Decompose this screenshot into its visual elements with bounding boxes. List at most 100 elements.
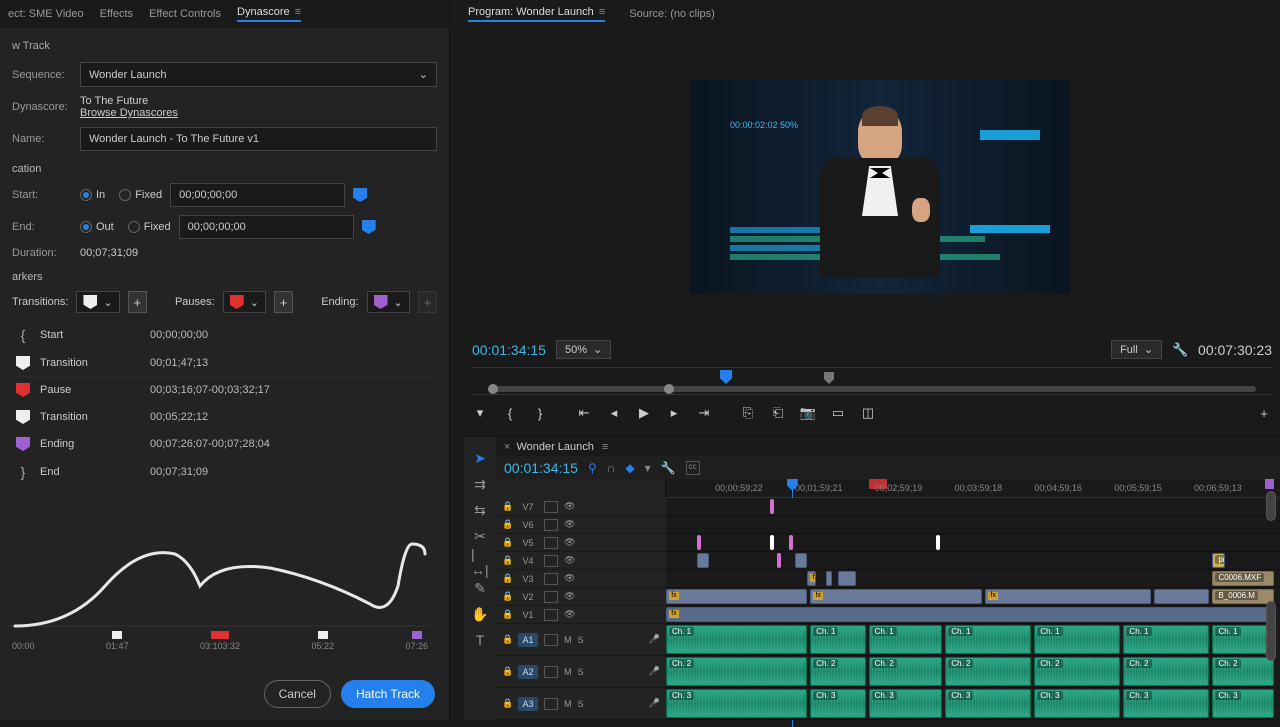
video-clip[interactable]: C0006.MXF: [1212, 571, 1273, 586]
program-ruler[interactable]: [472, 367, 1272, 395]
export-frame-icon[interactable]: 📷: [800, 405, 816, 421]
audio-clip[interactable]: Ch. 2: [1123, 657, 1209, 686]
timeline-marker[interactable]: [1265, 479, 1274, 489]
marker-tl-icon[interactable]: ▾: [645, 461, 651, 475]
cc-icon[interactable]: cc: [686, 461, 700, 475]
sync-lock-icon[interactable]: [544, 555, 558, 567]
safe-margins-icon[interactable]: ◫: [860, 405, 876, 421]
lock-icon[interactable]: 🔒: [502, 573, 512, 584]
clip-marker[interactable]: [770, 535, 774, 550]
audio-clip[interactable]: Ch. 1: [810, 625, 865, 654]
zoom-dropdown[interactable]: 50%⌄: [556, 340, 611, 359]
solo-icon[interactable]: S: [578, 699, 584, 709]
track-content-area[interactable]: prem fx C0006.MXF fx fx fx: [666, 498, 1280, 720]
add-marker-tl-icon[interactable]: ◆: [625, 461, 634, 475]
video-clip[interactable]: fx: [807, 571, 816, 586]
selection-tool-icon[interactable]: ➤: [471, 449, 489, 467]
audio-clip[interactable]: Ch. 2: [945, 657, 1031, 686]
scroll-thumb[interactable]: [1266, 601, 1276, 661]
tab-effects[interactable]: Effects: [100, 8, 133, 20]
sync-lock-icon[interactable]: [544, 698, 558, 710]
audio-clip[interactable]: Ch. 2: [1212, 657, 1273, 686]
program-monitor[interactable]: 00:00:02:02 50%: [690, 80, 1070, 294]
end-tc-input[interactable]: [179, 215, 354, 239]
transitions-dropdown[interactable]: ⌄: [76, 291, 119, 313]
ruler-marker-icon[interactable]: [824, 372, 834, 384]
audio-clip[interactable]: Ch. 3: [945, 689, 1031, 718]
clip-marker[interactable]: [936, 535, 940, 550]
lock-icon[interactable]: 🔒: [502, 666, 512, 677]
track-header-v7[interactable]: 🔒V7👁: [496, 498, 666, 516]
sequence-dropdown[interactable]: Wonder Launch ⌄: [80, 62, 437, 87]
extract-icon[interactable]: ⎗: [770, 405, 786, 421]
track-header-a1[interactable]: 🔒A1MS🎤: [496, 624, 666, 656]
ending-dropdown[interactable]: ⌄: [367, 291, 410, 313]
lock-icon[interactable]: 🔒: [502, 634, 512, 645]
wrench-icon[interactable]: 🔧: [1172, 342, 1188, 358]
pauses-dropdown[interactable]: ⌄: [223, 291, 266, 313]
marker-row-ending[interactable]: Ending 00;07;26;07-00;07;28;04: [12, 431, 437, 458]
linked-selection-icon[interactable]: ∩: [607, 461, 616, 475]
add-pause-button[interactable]: +: [274, 291, 293, 313]
video-clip[interactable]: B_0006.M: [1212, 589, 1273, 604]
audio-clip[interactable]: Ch. 2: [666, 657, 807, 686]
track-header-v3[interactable]: 🔒V3👁: [496, 570, 666, 588]
marker-row-pause[interactable]: Pause 00;03;16;07-00;03;32;17: [12, 377, 437, 404]
scroll-thumb[interactable]: [1266, 491, 1276, 521]
track-header-v5[interactable]: 🔒V5👁: [496, 534, 666, 552]
sync-lock-icon[interactable]: [544, 501, 558, 513]
comparison-icon[interactable]: ▭: [830, 405, 846, 421]
track-header-a2[interactable]: 🔒A2MS🎤: [496, 656, 666, 688]
audio-clip[interactable]: Ch. 3: [869, 689, 943, 718]
go-to-out-icon[interactable]: ⇥: [696, 405, 712, 421]
sync-lock-icon[interactable]: [544, 591, 558, 603]
solo-icon[interactable]: S: [578, 667, 584, 677]
tab-menu-icon[interactable]: ≡: [292, 6, 301, 18]
video-clip[interactable]: [1154, 589, 1209, 604]
lock-icon[interactable]: 🔒: [502, 501, 512, 512]
clip-marker[interactable]: [770, 499, 774, 514]
slip-tool-icon[interactable]: |↔|: [471, 553, 489, 571]
eye-icon[interactable]: 👁: [564, 501, 575, 512]
audio-clip[interactable]: Ch. 1: [1212, 625, 1273, 654]
solo-icon[interactable]: S: [578, 635, 584, 645]
video-clip[interactable]: [838, 571, 856, 586]
hatch-track-button[interactable]: Hatch Track: [341, 680, 435, 708]
snap-icon[interactable]: ⚲: [588, 461, 597, 475]
end-fixed-radio[interactable]: Fixed: [128, 221, 171, 233]
audio-clip[interactable]: Ch. 2: [810, 657, 865, 686]
audio-clip[interactable]: Ch. 2: [1034, 657, 1120, 686]
timeline-tab[interactable]: Wonder Launch: [516, 441, 593, 453]
clip-marker[interactable]: [697, 535, 701, 550]
eye-icon[interactable]: 👁: [564, 609, 575, 620]
track-header-a3[interactable]: 🔒A3MS🎤: [496, 688, 666, 720]
go-to-in-icon[interactable]: ⇤: [576, 405, 592, 421]
audio-clip[interactable]: Ch. 3: [810, 689, 865, 718]
add-transition-button[interactable]: +: [128, 291, 147, 313]
video-clip[interactable]: fx: [666, 589, 807, 604]
video-clip[interactable]: fx: [985, 589, 1151, 604]
marker-row-end[interactable]: } End 00;07;31;09: [12, 458, 437, 487]
quality-dropdown[interactable]: Full⌄: [1111, 340, 1162, 359]
sync-lock-icon[interactable]: [544, 609, 558, 621]
close-icon[interactable]: ×: [504, 441, 510, 453]
tab-dynascore[interactable]: Dynascore ≡: [237, 6, 301, 22]
audio-clip[interactable]: Ch. 1: [869, 625, 943, 654]
vertical-scrollbar[interactable]: [1266, 491, 1276, 710]
video-clip[interactable]: fx: [666, 607, 1274, 622]
timeline-timecode[interactable]: 00:01:34:15: [504, 460, 578, 476]
step-back-icon[interactable]: ◂: [606, 405, 622, 421]
eye-icon[interactable]: 👁: [564, 591, 575, 602]
lock-icon[interactable]: 🔒: [502, 609, 512, 620]
video-clip[interactable]: prem: [1212, 553, 1224, 568]
add-button-icon[interactable]: +: [1256, 405, 1272, 421]
audio-clip[interactable]: Ch. 3: [1123, 689, 1209, 718]
settings-tl-icon[interactable]: 🔧: [661, 461, 676, 475]
step-forward-icon[interactable]: ▸: [666, 405, 682, 421]
audio-clip[interactable]: Ch. 1: [945, 625, 1031, 654]
sync-lock-icon[interactable]: [544, 519, 558, 531]
lock-icon[interactable]: 🔒: [502, 555, 512, 566]
mark-out-icon[interactable]: }: [532, 405, 548, 421]
end-out-radio[interactable]: Out: [80, 221, 114, 233]
range-handle[interactable]: [664, 384, 674, 394]
